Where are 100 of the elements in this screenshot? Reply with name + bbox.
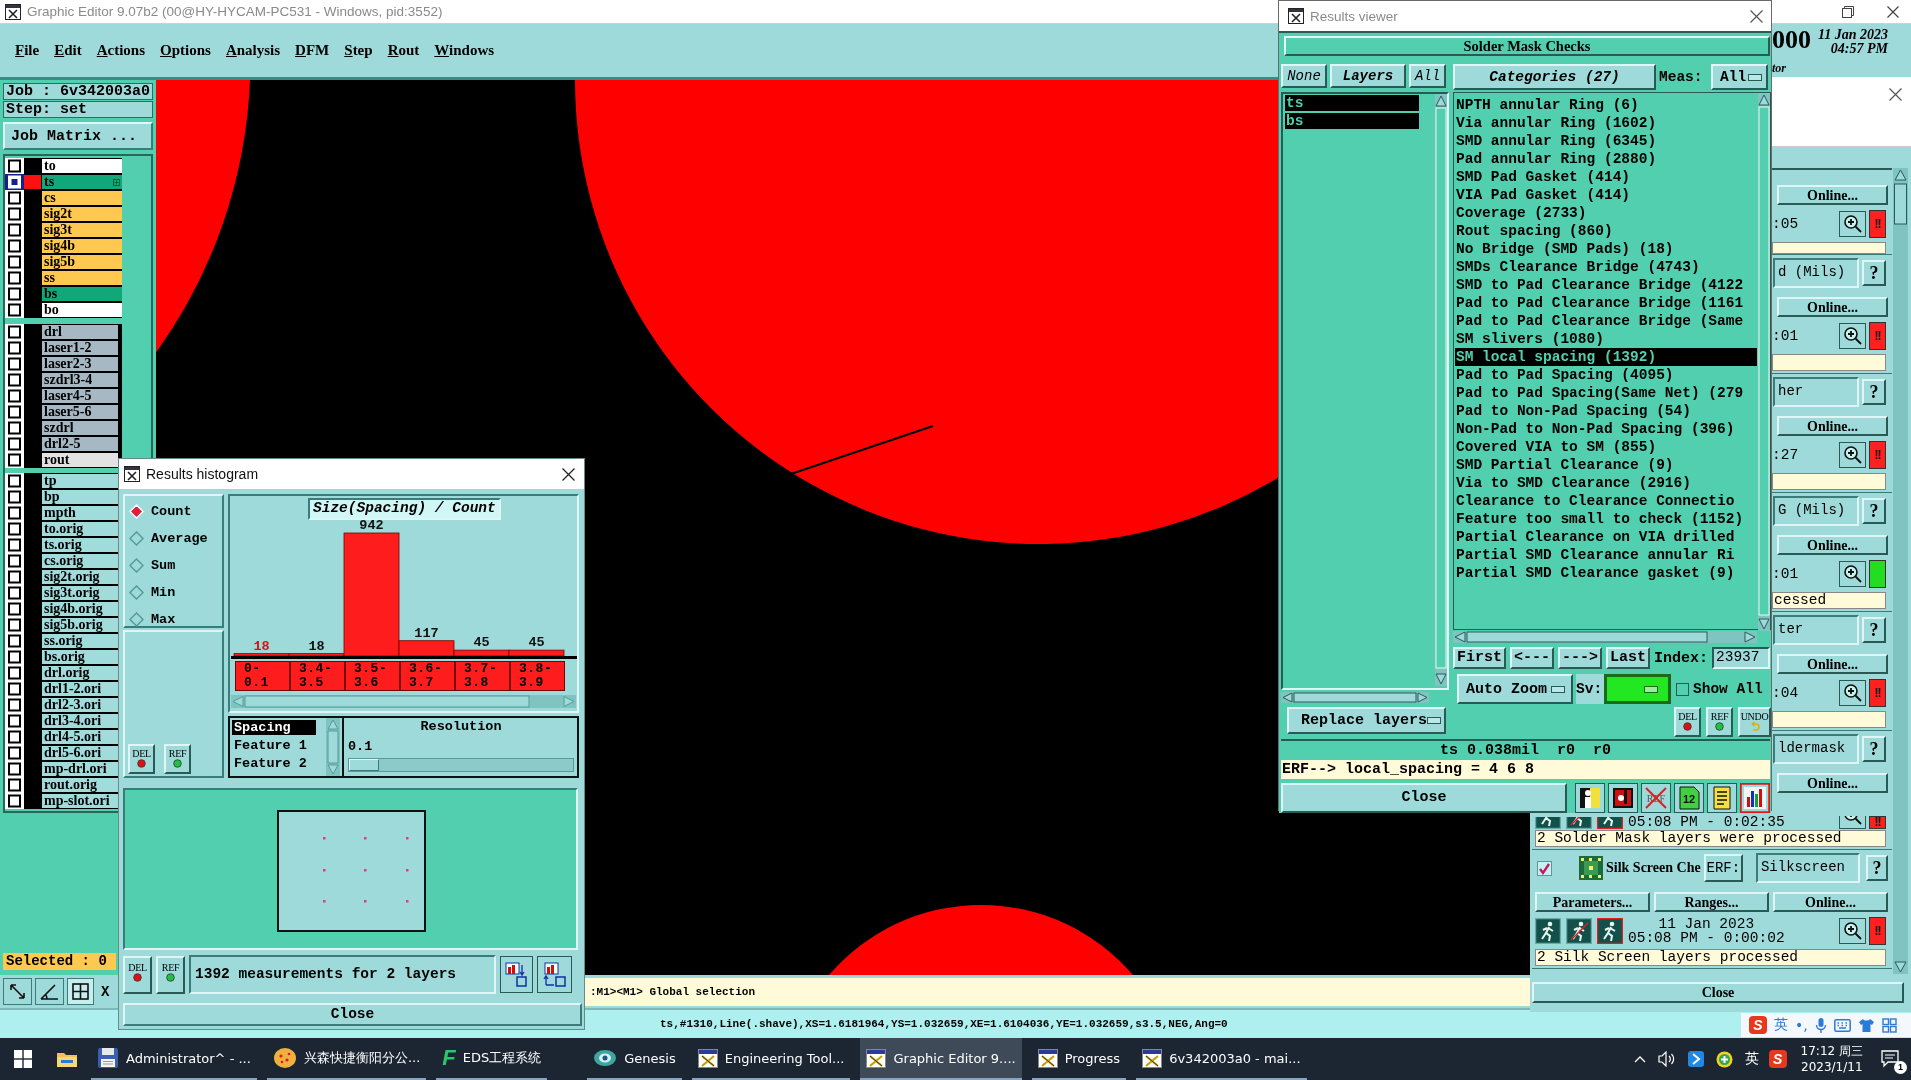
- angle-icon[interactable]: [35, 978, 64, 1005]
- check-action-button[interactable]: Online...: [1777, 654, 1888, 674]
- check-action-button[interactable]: Online...: [1777, 185, 1888, 205]
- category-item[interactable]: Non-Pad to Non-Pad Spacing (396): [1455, 420, 1757, 438]
- zoom-mode-dropdown[interactable]: Auto Zoom: [1457, 674, 1573, 704]
- layer-checkbox[interactable]: [5, 745, 24, 761]
- layer-filter-button[interactable]: Layers: [1330, 64, 1406, 88]
- help-button[interactable]: ?: [1862, 260, 1886, 286]
- help-button[interactable]: ?: [1865, 855, 1888, 881]
- index-field[interactable]: 23937: [1712, 647, 1770, 669]
- category-item[interactable]: Partial SMD Clearance gasket (9): [1455, 564, 1757, 582]
- del-button[interactable]: DEL: [1674, 707, 1701, 737]
- field-option[interactable]: Feature 2: [232, 756, 307, 771]
- layer-checkbox[interactable]: [5, 302, 24, 318]
- help-button[interactable]: ?: [1862, 617, 1886, 643]
- category-item[interactable]: Rout spacing (860): [1455, 222, 1757, 240]
- zoom-in-icon[interactable]: [1839, 211, 1866, 237]
- layer-item[interactable]: drl2-5: [42, 437, 118, 451]
- layer-item[interactable]: bo: [42, 303, 122, 317]
- close-button[interactable]: Close: [1532, 982, 1904, 1003]
- category-item[interactable]: Via annular Ring (1602): [1455, 114, 1757, 132]
- category-item[interactable]: Covered VIA to SM (855): [1455, 438, 1757, 456]
- category-item[interactable]: Pad to Pad Spacing (4095): [1455, 366, 1757, 384]
- layer-item[interactable]: sig4b: [42, 239, 122, 253]
- horizontal-scrollbar[interactable]: [1281, 692, 1429, 703]
- field-option[interactable]: Spacing: [232, 720, 316, 735]
- parameter-field[interactable]: her: [1773, 377, 1859, 407]
- layer-checkbox[interactable]: [5, 601, 24, 617]
- slider-thumb[interactable]: [349, 759, 379, 771]
- layer-checkbox[interactable]: [5, 665, 24, 681]
- category-item[interactable]: Feature too small to check (1152): [1455, 510, 1757, 528]
- layer-item[interactable]: sig3t: [42, 223, 122, 237]
- taskbar-item[interactable]: 兴森快捷衡阳分公...: [266, 1038, 427, 1080]
- close-icon[interactable]: [1750, 9, 1763, 23]
- category-item[interactable]: SMD Pad Gasket (414): [1455, 168, 1757, 186]
- layer-filter-button[interactable]: All: [1409, 64, 1446, 88]
- erf-field[interactable]: Silkscreen: [1755, 853, 1860, 883]
- layer-checkbox[interactable]: [5, 174, 24, 190]
- navigation-button[interactable]: First: [1453, 647, 1506, 669]
- layer-item[interactable]: drl.orig: [42, 666, 118, 680]
- taskbar-item[interactable]: Engineering Tool...: [691, 1038, 851, 1080]
- runner-icon[interactable]: [1597, 918, 1623, 944]
- check-action-button[interactable]: Online...: [1777, 773, 1888, 793]
- layer-item[interactable]: bs.orig: [42, 650, 118, 664]
- histogram-bar[interactable]: [508, 649, 565, 657]
- layer-checkbox[interactable]: [5, 452, 24, 468]
- ime-logo[interactable]: S: [1768, 1050, 1787, 1068]
- erf-button[interactable]: ERF:: [1703, 854, 1743, 882]
- layer-checkbox[interactable]: [5, 356, 24, 372]
- layer-checkbox[interactable]: [5, 372, 24, 388]
- check-action-button[interactable]: Online...: [1777, 416, 1888, 436]
- taskbar-item[interactable]: F EDS工程系统: [436, 1038, 548, 1080]
- record-icon[interactable]: [1608, 782, 1638, 813]
- layer-checkbox[interactable]: [5, 238, 24, 254]
- menu-item[interactable]: DFM: [295, 42, 330, 59]
- resolution-slider[interactable]: [348, 758, 574, 772]
- category-item[interactable]: Pad to Non-Pad Spacing (54): [1455, 402, 1757, 420]
- category-item[interactable]: Clearance to Clearance Connectio: [1455, 492, 1757, 510]
- category-item[interactable]: SM slivers (1080): [1455, 330, 1757, 348]
- histogram-bar[interactable]: [233, 653, 290, 657]
- histogram-bar[interactable]: [398, 640, 455, 657]
- layer-checkbox[interactable]: [5, 270, 24, 286]
- layer-item[interactable]: ts: [42, 175, 122, 189]
- help-button[interactable]: ?: [1862, 498, 1886, 524]
- folder-icon[interactable]: [56, 1050, 78, 1068]
- layer-checkbox[interactable]: [5, 340, 24, 356]
- category-item[interactable]: SM local spacing (1392): [1455, 348, 1757, 366]
- layer-item[interactable]: to: [42, 159, 122, 173]
- ref-button[interactable]: REF: [156, 955, 185, 994]
- layer-filter-button[interactable]: None: [1281, 64, 1327, 88]
- category-item[interactable]: SMD annular Ring (6345): [1455, 132, 1757, 150]
- layer-item[interactable]: ts.orig: [42, 538, 118, 552]
- layer-item[interactable]: ss: [42, 271, 122, 285]
- layer-item[interactable]: drl2-3.ori: [42, 698, 118, 712]
- category-item[interactable]: Via to SMD Clearance (2916): [1455, 474, 1757, 492]
- category-item[interactable]: Pad to Pad Clearance Bridge (1161: [1455, 294, 1757, 312]
- person-icon[interactable]: [1575, 782, 1605, 813]
- check-action-button[interactable]: Parameters...: [1535, 892, 1650, 912]
- layer-option[interactable]: ts: [1285, 95, 1419, 111]
- layer-item[interactable]: bs: [42, 287, 122, 301]
- show-all-checkbox[interactable]: Show All: [1676, 681, 1763, 697]
- runner-icon[interactable]: [1535, 918, 1561, 944]
- scrollbar[interactable]: [1435, 94, 1447, 686]
- layer-checkbox[interactable]: [5, 793, 24, 809]
- arrow-tile-icon[interactable]: [1687, 1051, 1704, 1067]
- bar-chart-icon[interactable]: [1740, 782, 1770, 813]
- layer-item[interactable]: mp-drl.ori: [42, 762, 118, 776]
- category-item[interactable]: No Bridge (SMD Pads) (18): [1455, 240, 1757, 258]
- del-button[interactable]: DEL: [123, 955, 152, 994]
- taskbar-item[interactable]: Genesis: [587, 1038, 682, 1080]
- layer-checkbox[interactable]: [5, 489, 24, 505]
- layer-checkbox[interactable]: [5, 777, 24, 793]
- navigation-button[interactable]: Last: [1606, 647, 1650, 669]
- layer-checkbox[interactable]: [5, 569, 24, 585]
- del-button[interactable]: DEL: [128, 744, 155, 774]
- notes-icon[interactable]: [1707, 782, 1737, 813]
- layer-item[interactable]: laser5-6: [42, 405, 118, 419]
- clock-date[interactable]: 2023/1/11: [1801, 1059, 1863, 1075]
- taskbar-item[interactable]: 6v342003a0 - mai...: [1136, 1038, 1307, 1080]
- zoom-in-icon[interactable]: [1839, 680, 1866, 706]
